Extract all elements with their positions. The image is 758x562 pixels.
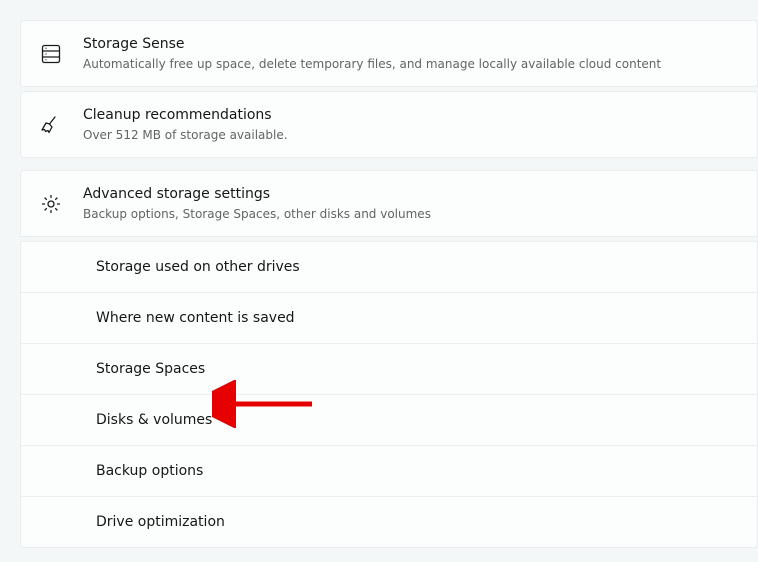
subitem-disks-volumes[interactable]: Disks & volumes [21,394,757,445]
subitem-label: Storage used on other drives [96,259,300,275]
storage-sense-card[interactable]: Storage Sense Automatically free up spac… [20,20,758,87]
subitem-label: Drive optimization [96,514,225,530]
storage-settings-page: Storage Sense Automatically free up spac… [0,20,758,548]
subitem-storage-other-drives[interactable]: Storage used on other drives [21,241,757,292]
card-subtitle: Backup options, Storage Spaces, other di… [83,206,739,222]
subitem-backup-options[interactable]: Backup options [21,445,757,496]
subitem-storage-spaces[interactable]: Storage Spaces [21,343,757,394]
subitem-drive-optimization[interactable]: Drive optimization [21,496,757,547]
card-text: Cleanup recommendations Over 512 MB of s… [83,106,739,143]
storage-sense-icon [39,42,63,66]
subitem-label: Storage Spaces [96,361,205,377]
subitem-where-new-content[interactable]: Where new content is saved [21,292,757,343]
gear-icon [39,192,63,216]
card-title: Storage Sense [83,35,739,54]
card-title: Advanced storage settings [83,185,739,204]
advanced-storage-settings-card[interactable]: Advanced storage settings Backup options… [20,170,758,237]
advanced-submenu: Storage used on other drives Where new c… [20,241,758,548]
cleanup-recommendations-card[interactable]: Cleanup recommendations Over 512 MB of s… [20,91,758,158]
card-title: Cleanup recommendations [83,106,739,125]
card-subtitle: Over 512 MB of storage available. [83,127,739,143]
card-subtitle: Automatically free up space, delete temp… [83,56,739,72]
card-text: Storage Sense Automatically free up spac… [83,35,739,72]
subitem-label: Backup options [96,463,203,479]
subitem-label: Where new content is saved [96,310,295,326]
subitem-label: Disks & volumes [96,412,212,428]
card-text: Advanced storage settings Backup options… [83,185,739,222]
broom-icon [39,113,63,137]
